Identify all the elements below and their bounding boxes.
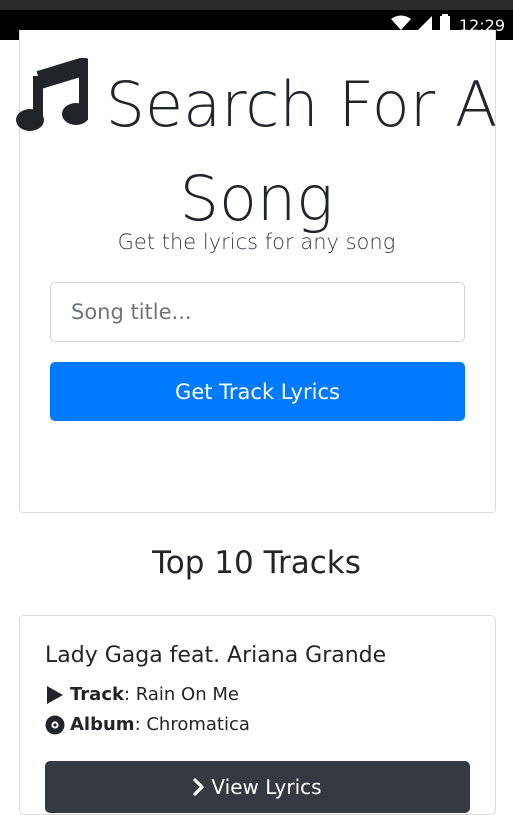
view-lyrics-button[interactable]: View Lyrics [45,761,470,813]
album-separator: : [134,714,147,735]
view-lyrics-label: View Lyrics [211,775,322,799]
track-artist: Lady Gaga feat. Ariana Grande [45,643,387,668]
album-row: Album : Chromatica [45,714,250,735]
page-subtitle: Get the lyrics for any song [117,230,396,254]
album-name: Chromatica [146,714,250,735]
play-icon [45,685,65,704]
top-tracks-heading: Top 10 Tracks [152,545,361,581]
get-track-lyrics-button[interactable]: Get Track Lyrics [50,362,465,421]
chevron-right-icon [193,778,205,796]
page-title-text: Search For A Song [105,68,498,235]
song-title-input[interactable] [50,282,465,342]
system-top-strip [0,0,513,10]
track-name: Rain On Me [135,684,239,705]
page-title: Search For A Song [0,57,513,243]
music-note-icon [15,57,90,155]
track-label: Track [70,684,124,705]
compact-disc-icon [45,715,65,735]
track-row: Track : Rain On Me [45,684,239,705]
get-track-lyrics-label: Get Track Lyrics [175,379,340,404]
track-separator: : [123,684,136,705]
album-label: Album [70,714,135,735]
